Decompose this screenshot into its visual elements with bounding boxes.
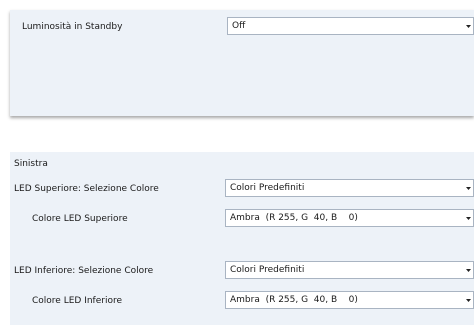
led-top-selection-label: LED Superiore: Selezione Colore — [14, 184, 159, 194]
led-top-color-label: Colore LED Superiore — [32, 214, 128, 224]
chevron-down-icon — [461, 18, 473, 34]
led-bottom-selection-value: Colori Predefiniti — [230, 265, 305, 275]
chevron-down-icon — [461, 210, 473, 226]
led-bottom-color-value: Ambra (R 255, G 40, B 0) — [230, 295, 358, 305]
standby-brightness-value: Off — [232, 21, 246, 31]
led-top-selection-dropdown[interactable]: Colori Predefiniti — [225, 179, 474, 197]
chevron-down-icon — [461, 180, 473, 196]
section-title: Sinistra — [14, 159, 48, 169]
led-bottom-color-label: Colore LED Inferiore — [32, 296, 122, 306]
led-top-color-dropdown[interactable]: Ambra (R 255, G 40, B 0) — [225, 209, 474, 227]
chevron-down-icon — [461, 292, 473, 308]
led-bottom-color-dropdown[interactable]: Ambra (R 255, G 40, B 0) — [225, 291, 474, 309]
led-bottom-selection-dropdown[interactable]: Colori Predefiniti — [225, 261, 474, 279]
led-bottom-selection-label: LED Inferiore: Selezione Colore — [14, 266, 154, 276]
standby-brightness-dropdown[interactable]: Off — [227, 17, 474, 35]
led-top-selection-value: Colori Predefiniti — [230, 183, 305, 193]
chevron-down-icon — [461, 262, 473, 278]
standby-brightness-label: Luminosità in Standby — [22, 22, 123, 32]
led-top-color-value: Ambra (R 255, G 40, B 0) — [230, 213, 358, 223]
